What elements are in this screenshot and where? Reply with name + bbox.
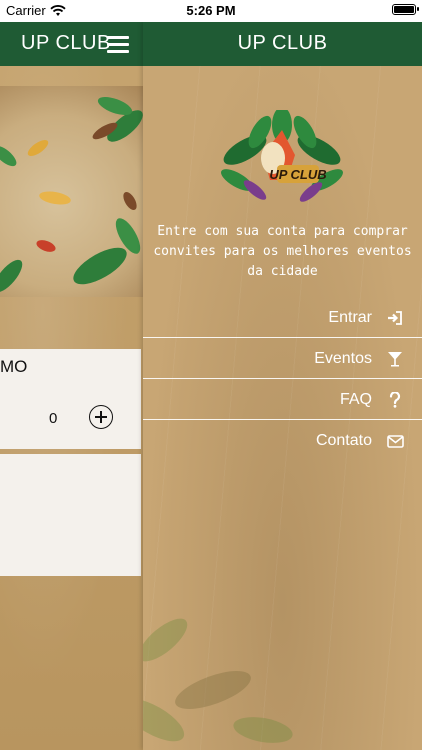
- menu-item-contato[interactable]: Contato: [143, 421, 422, 461]
- envelope-icon: [386, 432, 404, 450]
- menu-item-label: Eventos: [314, 349, 372, 367]
- side-drawer: UP CLUB UP CLUB Entre com sua conta para…: [143, 22, 422, 750]
- main-header: UP CLUB: [0, 22, 143, 66]
- event-name: MO: [0, 357, 28, 376]
- event-card-secondary[interactable]: [0, 454, 141, 576]
- drawer-title: UP CLUB: [237, 32, 328, 54]
- menu-item-label: FAQ: [339, 390, 372, 408]
- menu-icon[interactable]: [107, 35, 129, 53]
- footer-leaves-decoration: [143, 618, 293, 743]
- menu-item-label: Contato: [315, 432, 372, 449]
- event-banner-image[interactable]: [0, 86, 143, 297]
- drawer-menu: Entrar Eventos FAQ Contato: [143, 298, 422, 462]
- up-club-logo: UP CLUB: [221, 110, 343, 202]
- ticket-quantity: 0: [49, 410, 58, 427]
- status-time: 5:26 PM: [186, 3, 236, 18]
- main-screen: UP CLUB MO 0: [0, 22, 143, 750]
- menu-item-eventos[interactable]: Eventos: [143, 339, 422, 379]
- menu-item-label: Entrar: [328, 308, 372, 326]
- menu-item-entrar[interactable]: Entrar: [143, 298, 422, 338]
- event-card[interactable]: MO 0: [0, 349, 141, 449]
- drawer-header: UP CLUB: [143, 22, 422, 66]
- login-icon: [386, 309, 404, 327]
- add-ticket-button[interactable]: [89, 405, 113, 429]
- status-bar: Carrier 5:26 PM: [0, 0, 422, 22]
- question-icon: [386, 391, 404, 409]
- drawer-tagline: Entre com sua conta para comprar convite…: [153, 224, 412, 279]
- cocktail-icon: [386, 350, 404, 368]
- leaves-decoration: [0, 96, 143, 293]
- logo-text: UP CLUB: [269, 167, 326, 182]
- battery-icon: [392, 4, 419, 15]
- menu-item-faq[interactable]: FAQ: [143, 380, 422, 420]
- main-title: UP CLUB: [21, 32, 111, 54]
